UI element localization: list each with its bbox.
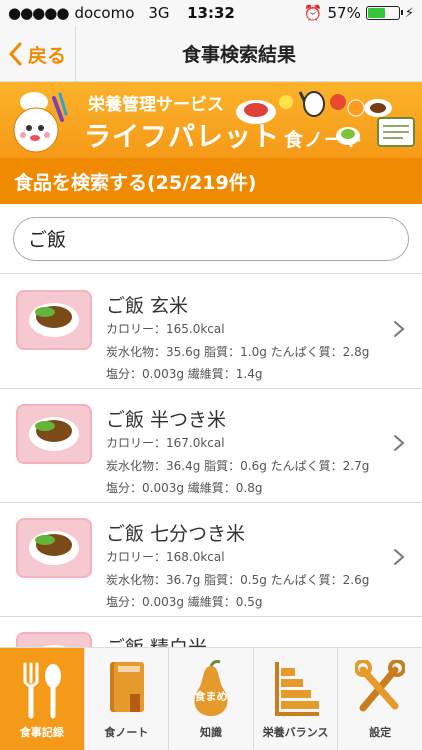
food-minerals: 塩分：0.003g 繊維質：0.5g	[106, 595, 263, 609]
app-banner: 栄養管理サービス ライフパレット 食ノート	[0, 82, 422, 158]
back-label: 戻る	[28, 44, 67, 67]
food-macros: 炭水化物：36.4g 脂質：0.6g たんぱく質：2.7g	[106, 459, 370, 473]
notebook-icon	[110, 662, 145, 712]
navigation-bar: 戻る 食事検索結果	[0, 26, 422, 82]
search-area	[0, 204, 422, 274]
list-item[interactable]: ご飯 七分つき米 カロリー：168.0kcal 炭水化物：36.7g 脂質：0.…	[0, 503, 422, 617]
food-macros: 炭水化物：35.6g 脂質：1.0g たんぱく質：2.8g	[106, 345, 370, 359]
food-name: ご飯 精白米	[106, 633, 207, 647]
list-item[interactable]: ご飯 玄米 カロリー：165.0kcal 炭水化物：35.6g 脂質：1.0g …	[0, 275, 422, 389]
fork-spoon-icon	[23, 662, 61, 719]
alarm-icon: ⏰	[303, 4, 323, 22]
chevron-right-icon	[394, 435, 405, 451]
food-name: ご飯 半つき米	[106, 409, 227, 431]
tools-icon	[355, 660, 406, 712]
results-list: ご飯 玄米 カロリー：165.0kcal 炭水化物：35.6g 脂質：1.0g …	[0, 275, 422, 647]
list-item[interactable]: ご飯 精白米	[0, 617, 422, 647]
battery-icon	[365, 6, 403, 20]
list-item[interactable]: ご飯 半つき米 カロリー：167.0kcal 炭水化物：36.4g 脂質：0.6…	[0, 389, 422, 503]
status-bar: ●●●●● docomo 3G 13:32 ⏰ 57% ⚡	[0, 0, 422, 26]
rice-dish-icon	[16, 632, 92, 647]
tab-settings[interactable]: 設定	[338, 648, 422, 750]
chevron-right-icon	[394, 321, 405, 337]
search-result-header: 食品を検索する(25/219件)	[0, 158, 422, 204]
tab-label: 食事記録	[19, 726, 64, 739]
pear-icon: 食まめ	[194, 660, 228, 716]
tab-bar: 食事記録 食ノート 食まめ 知識 栄養バランス 設定	[0, 647, 422, 750]
rice-dish-icon	[16, 290, 92, 350]
food-calorie: カロリー：165.0kcal	[106, 322, 225, 336]
tab-meal-record[interactable]: 食事記録	[0, 648, 85, 750]
bar-chart-icon	[274, 662, 319, 716]
chef-mascot-icon	[13, 92, 68, 153]
tab-nutrition-balance[interactable]: 栄養バランス	[254, 648, 339, 750]
search-input[interactable]	[13, 216, 409, 261]
tab-label: 設定	[369, 726, 392, 739]
battery-info: ⏰ 57% ⚡	[304, 4, 414, 22]
rice-dish-icon	[16, 518, 92, 578]
food-name: ご飯 七分つき米	[106, 523, 246, 545]
chevron-left-icon	[9, 42, 22, 66]
food-illustration-icon	[236, 91, 415, 147]
battery-percent: 57%	[327, 4, 361, 22]
chevron-right-icon	[394, 549, 405, 565]
tab-label: 栄養バランス	[262, 726, 329, 739]
tab-knowledge[interactable]: 食まめ 知識	[169, 648, 254, 750]
food-minerals: 塩分：0.003g 繊維質：0.8g	[106, 481, 263, 495]
tab-food-note[interactable]: 食ノート	[85, 648, 170, 750]
food-calorie: カロリー：168.0kcal	[106, 550, 225, 564]
back-button[interactable]: 戻る	[0, 26, 76, 82]
food-calorie: カロリー：167.0kcal	[106, 436, 225, 450]
food-minerals: 塩分：0.003g 繊維質：1.4g	[106, 367, 263, 381]
food-macros: 炭水化物：36.7g 脂質：0.5g たんぱく質：2.6g	[106, 573, 370, 587]
banner-subtitle: 栄養管理サービス	[88, 95, 224, 115]
food-name: ご飯 玄米	[106, 295, 189, 317]
charging-icon: ⚡	[404, 5, 414, 21]
pear-icon-text: 食まめ	[194, 689, 227, 703]
rice-dish-icon	[16, 404, 92, 464]
tab-label: 食ノート	[104, 726, 149, 739]
tab-label: 知識	[199, 726, 222, 739]
